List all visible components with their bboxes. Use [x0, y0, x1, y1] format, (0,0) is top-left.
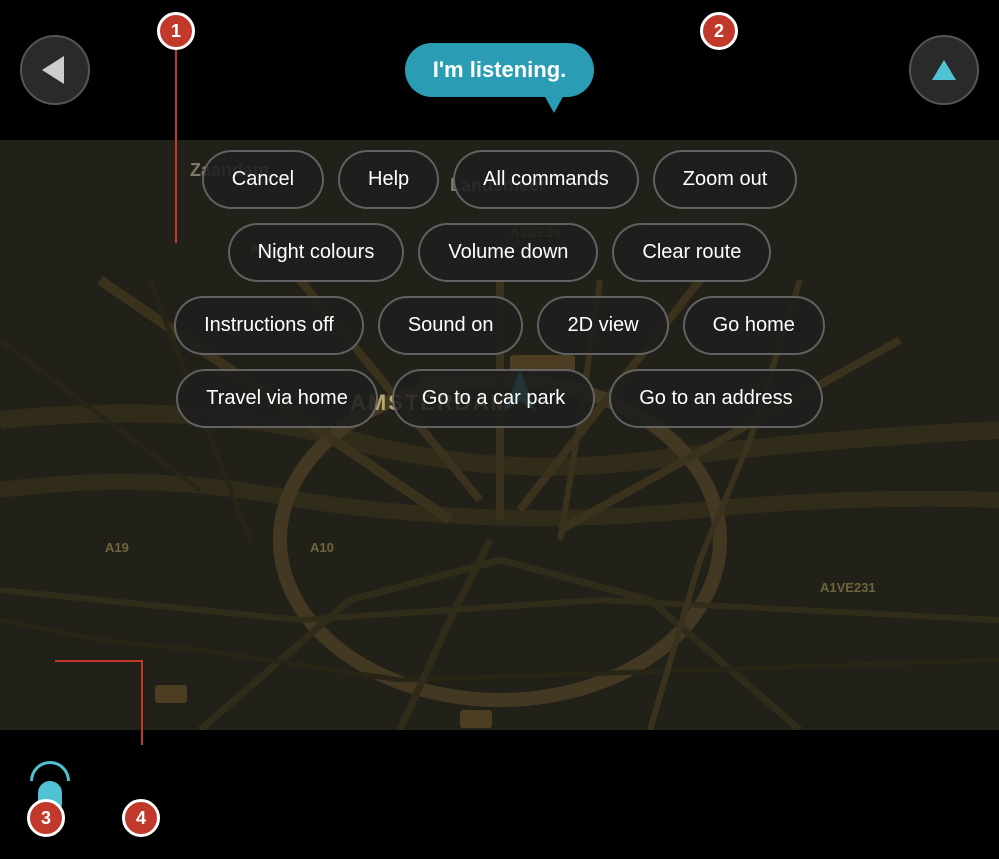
sound-on-button[interactable]: Sound on: [378, 296, 524, 355]
annotation-4: 4: [122, 799, 160, 837]
commands-row-3: Instructions off Sound on 2D view Go hom…: [60, 296, 939, 355]
top-bar: I'm listening.: [0, 0, 999, 140]
go-home-button[interactable]: Go home: [683, 296, 825, 355]
bottom-bar: [0, 730, 999, 859]
go-to-address-button[interactable]: Go to an address: [609, 369, 822, 428]
commands-area: Cancel Help All commands Zoom out Night …: [60, 150, 939, 428]
back-button[interactable]: [20, 35, 90, 105]
clear-route-button[interactable]: Clear route: [612, 223, 771, 282]
all-commands-button[interactable]: All commands: [453, 150, 639, 209]
commands-row-4: Travel via home Go to a car park Go to a…: [60, 369, 939, 428]
cancel-button[interactable]: Cancel: [202, 150, 324, 209]
speech-bubble: I'm listening.: [405, 43, 595, 97]
travel-via-home-button[interactable]: Travel via home: [176, 369, 378, 428]
instructions-off-button[interactable]: Instructions off: [174, 296, 364, 355]
annotation-line-1: [175, 48, 177, 243]
go-to-car-park-button[interactable]: Go to a car park: [392, 369, 595, 428]
commands-row-1: Cancel Help All commands Zoom out: [60, 150, 939, 209]
annotation-3: 3: [27, 799, 65, 837]
commands-row-2: Night colours Volume down Clear route: [60, 223, 939, 282]
annotation-line-4-v: [141, 660, 143, 745]
2d-view-button[interactable]: 2D view: [537, 296, 668, 355]
nav-direction-button[interactable]: [909, 35, 979, 105]
annotation-1: 1: [157, 12, 195, 50]
night-colours-button[interactable]: Night colours: [228, 223, 405, 282]
annotation-line-4-h: [55, 660, 143, 662]
help-button[interactable]: Help: [338, 150, 439, 209]
zoom-out-button[interactable]: Zoom out: [653, 150, 797, 209]
volume-down-button[interactable]: Volume down: [418, 223, 598, 282]
speech-bubble-text: I'm listening.: [433, 57, 567, 82]
annotation-2: 2: [700, 12, 738, 50]
